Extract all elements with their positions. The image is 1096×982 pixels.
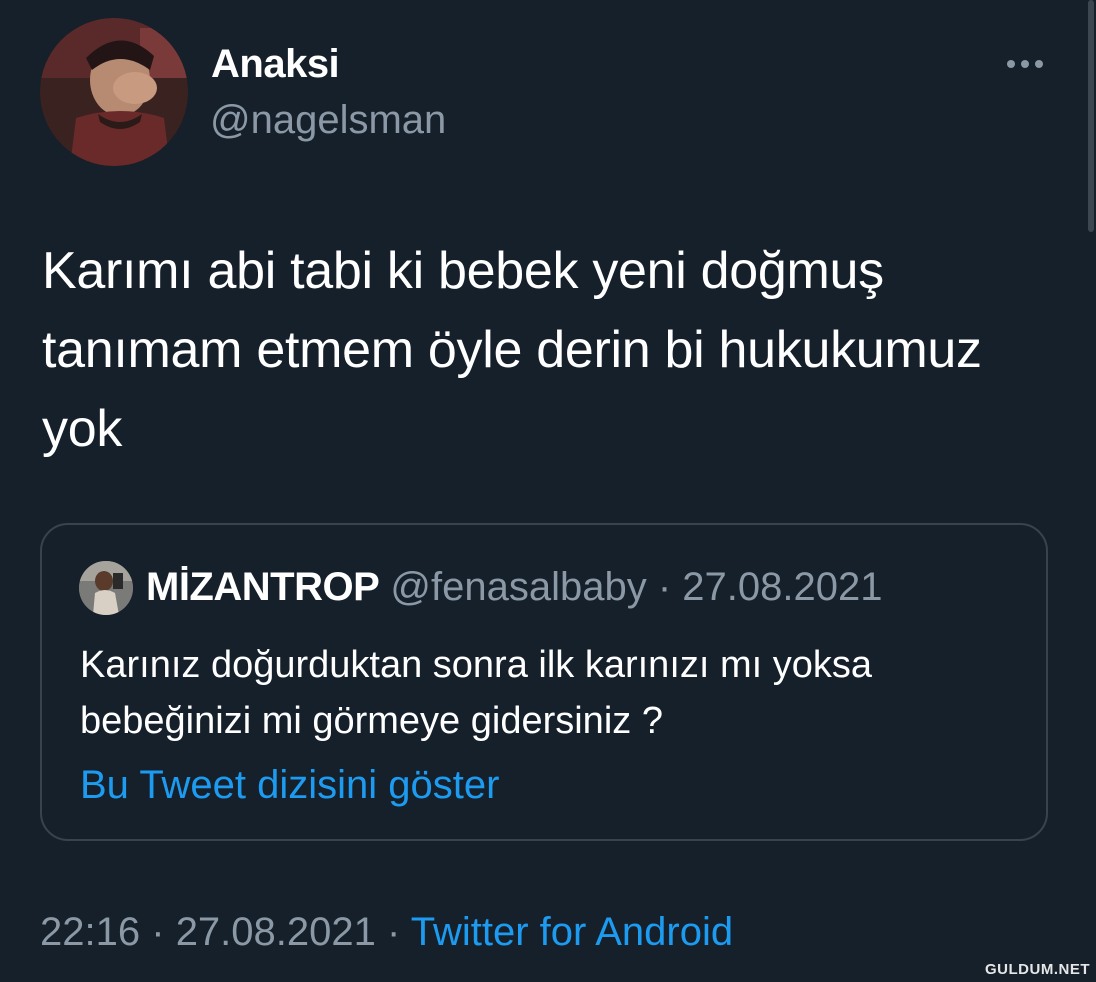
tweet-date[interactable]: 27.08.2021 (176, 910, 376, 954)
show-thread-link[interactable]: Bu Tweet dizisini göster (80, 763, 499, 808)
meta-separator: · (151, 910, 165, 954)
more-horizontal-icon[interactable] (1003, 52, 1047, 76)
quoted-date[interactable]: 27.08.2021 (682, 565, 882, 609)
quoted-tweet-text: Karınız doğurduktan sonra ilk karınızı m… (80, 644, 873, 742)
scrollbar[interactable] (1086, 0, 1096, 982)
tweet-page: Anaksi @nagelsman Karımı abi tabi ki beb… (0, 0, 1096, 982)
scrollbar-thumb[interactable] (1088, 0, 1094, 232)
author-avatar[interactable] (40, 18, 188, 166)
quoted-tweet-card[interactable]: MİZANTROP @fenasalbaby · 27.08.2021 Karı… (40, 523, 1048, 841)
quoted-author-avatar[interactable] (79, 561, 133, 615)
tweet-source-link[interactable]: Twitter for Android (411, 910, 733, 954)
tweet-meta: 22:16 · 27.08.2021 · Twitter for Android (40, 910, 733, 955)
quoted-separator: · (657, 565, 672, 609)
quoted-tweet-header: MİZANTROP @fenasalbaby · 27.08.2021 (146, 565, 883, 610)
quoted-author-display-name[interactable]: MİZANTROP (146, 565, 380, 609)
author-handle[interactable]: @nagelsman (210, 98, 446, 143)
meta-separator: · (387, 910, 401, 954)
tweet-text: Karımı abi tabi ki bebek yeni doğmuş tan… (42, 242, 982, 458)
watermark: GULDUM.NET (985, 961, 1090, 978)
author-display-name[interactable]: Anaksi (211, 42, 340, 87)
quoted-author-handle[interactable]: @fenasalbaby (390, 565, 646, 609)
tweet-time[interactable]: 22:16 (40, 910, 140, 954)
